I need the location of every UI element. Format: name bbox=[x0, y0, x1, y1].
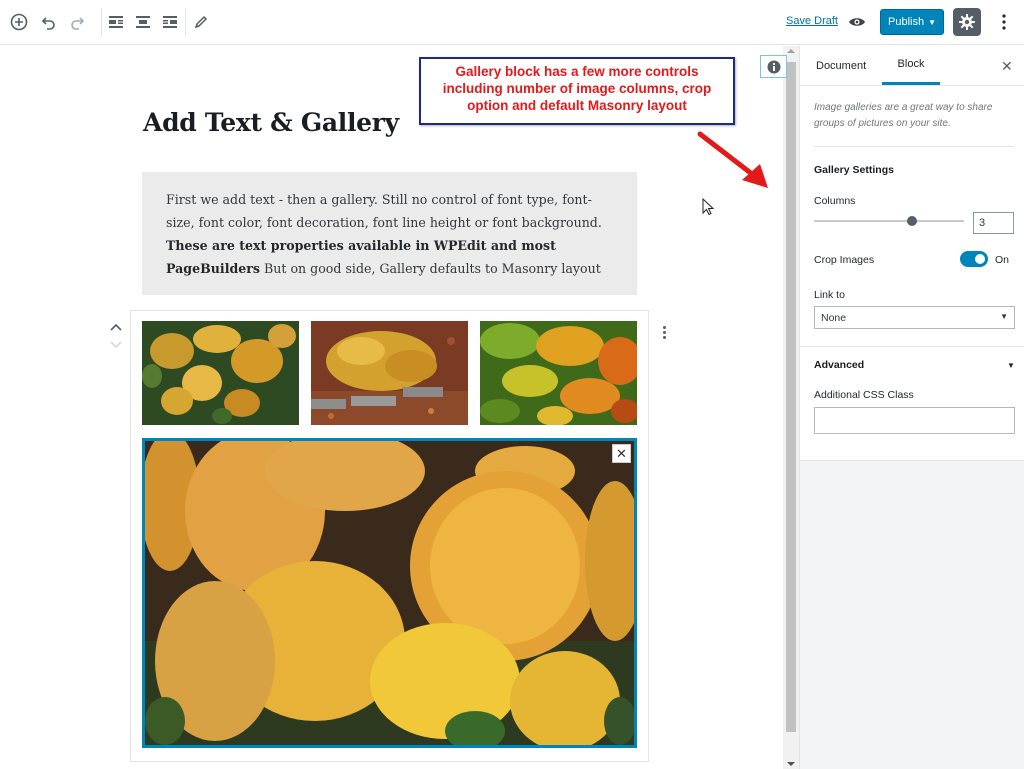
mouse-cursor-icon bbox=[702, 198, 714, 216]
paragraph-block[interactable]: First we add text - then a gallery. Stil… bbox=[142, 172, 637, 295]
crop-images-label: Crop Images bbox=[814, 254, 875, 266]
move-down-icon[interactable] bbox=[110, 336, 122, 354]
post-title[interactable]: Add Text & Gallery bbox=[143, 108, 399, 137]
toggle-knob bbox=[975, 254, 985, 264]
block-info-icon[interactable] bbox=[760, 55, 787, 78]
advanced-panel-toggle[interactable]: Advanced bbox=[814, 359, 864, 371]
block-description: Image galleries are a great way to share… bbox=[814, 102, 993, 129]
settings-gear-icon[interactable] bbox=[953, 8, 981, 36]
publish-button[interactable]: Publish ▼ bbox=[880, 9, 944, 35]
toolbar-divider bbox=[101, 8, 102, 36]
sidebar-empty-area bbox=[799, 461, 1024, 769]
gallery-settings-heading[interactable]: Gallery Settings bbox=[814, 164, 894, 176]
more-options-icon[interactable] bbox=[991, 9, 1017, 35]
gallery-thumbnail-3[interactable] bbox=[480, 321, 637, 425]
link-to-label: Link to bbox=[814, 289, 845, 301]
redo-icon[interactable] bbox=[64, 9, 90, 35]
paragraph-text: First we add text - then a gallery. Stil… bbox=[166, 192, 602, 230]
crop-images-toggle[interactable] bbox=[960, 251, 988, 267]
move-up-icon[interactable] bbox=[110, 318, 122, 336]
chevron-down-icon[interactable]: ▼ bbox=[1007, 361, 1015, 370]
scroll-up-arrow-icon[interactable] bbox=[787, 49, 795, 53]
paragraph-tail-text: But on good side, Gallery defaults to Ma… bbox=[260, 261, 601, 276]
section-divider bbox=[799, 346, 1024, 347]
tab-document[interactable]: Document bbox=[816, 46, 866, 85]
annotation-callout: Gallery block has a few more controls in… bbox=[419, 57, 735, 125]
toolbar-divider bbox=[185, 8, 186, 36]
gallery-thumbnail-2[interactable] bbox=[311, 321, 468, 425]
link-to-select[interactable]: None ▼ bbox=[814, 306, 1015, 329]
chevron-down-icon: ▼ bbox=[928, 17, 936, 27]
align-left-icon[interactable] bbox=[103, 9, 129, 35]
block-more-options-icon[interactable] bbox=[660, 325, 668, 341]
crop-state-label: On bbox=[995, 254, 1010, 266]
scrollbar-thumb[interactable] bbox=[786, 62, 796, 732]
red-arrow-icon bbox=[697, 131, 768, 188]
align-center-icon[interactable] bbox=[130, 9, 156, 35]
gallery-thumbnail-1[interactable] bbox=[142, 321, 299, 425]
css-class-label: Additional CSS Class bbox=[814, 389, 914, 401]
css-class-input[interactable] bbox=[814, 407, 1015, 434]
columns-slider-handle[interactable] bbox=[906, 216, 917, 226]
columns-slider-track[interactable] bbox=[814, 220, 964, 222]
columns-label: Columns bbox=[814, 195, 856, 207]
chevron-down-icon: ▼ bbox=[1000, 312, 1008, 321]
scroll-down-arrow-icon[interactable] bbox=[787, 762, 795, 766]
tab-block[interactable]: Block bbox=[882, 46, 940, 85]
add-block-icon[interactable] bbox=[6, 9, 32, 35]
link-to-value: None bbox=[821, 312, 847, 324]
columns-number-input[interactable] bbox=[973, 212, 1014, 234]
section-divider bbox=[814, 146, 1014, 147]
undo-icon[interactable] bbox=[36, 9, 62, 35]
preview-eye-icon[interactable] bbox=[844, 9, 870, 35]
gallery-image-selected[interactable] bbox=[142, 438, 637, 748]
align-right-icon[interactable] bbox=[157, 9, 183, 35]
tabs-divider bbox=[799, 85, 1024, 86]
editor-toolbar: Save Draft Publish ▼ bbox=[0, 0, 1024, 45]
publish-label: Publish bbox=[888, 16, 925, 28]
save-draft-link[interactable]: Save Draft bbox=[786, 15, 838, 27]
remove-image-button[interactable]: ✕ bbox=[612, 444, 631, 463]
edit-pencil-icon[interactable] bbox=[188, 9, 214, 35]
close-icon[interactable]: ✕ bbox=[1001, 58, 1013, 75]
